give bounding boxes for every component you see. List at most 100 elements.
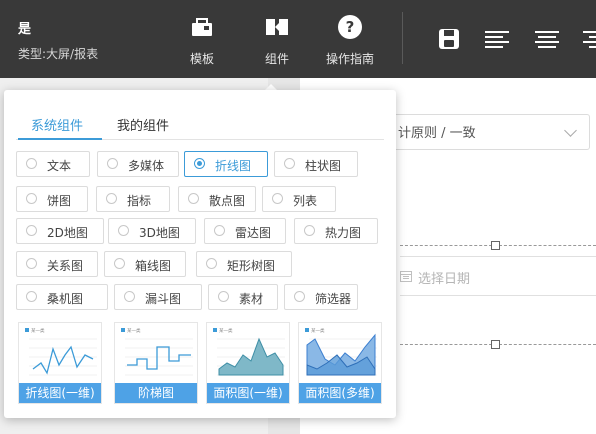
component-option[interactable]: 雷达图: [204, 218, 286, 244]
thumbnail-caption: 折线图(一维): [19, 383, 101, 403]
calendar-icon: [400, 271, 412, 282]
radio-icon: [214, 225, 225, 236]
top-toolbar: 是 类型:大屏/报表 模板 组件 ? 操作指南: [0, 0, 596, 78]
radio-icon: [124, 291, 135, 302]
thumbnail-legend-text: 某一类: [127, 327, 141, 334]
component-option-label: 柱状图: [305, 159, 342, 173]
component-option[interactable]: 矩形树图: [196, 251, 292, 277]
save-icon[interactable]: [436, 26, 462, 52]
radio-icon: [194, 158, 205, 169]
thumbnail-caption: 面积图(一维): [207, 383, 289, 403]
radio-icon: [26, 258, 37, 269]
tab-my-components[interactable]: 我的组件: [117, 115, 169, 134]
component-option[interactable]: 散点图: [178, 186, 256, 212]
radio-icon: [26, 291, 37, 302]
component-option-label: 箱线图: [135, 259, 172, 273]
guide-label: 操作指南: [325, 52, 374, 66]
component-option[interactable]: 文本: [16, 151, 90, 177]
thumbnail-legend-text: 某一类: [219, 327, 233, 334]
active-tab-indicator: [18, 138, 102, 140]
radio-icon: [284, 158, 295, 169]
help-icon: ?: [338, 15, 362, 39]
radio-icon: [188, 193, 199, 204]
chart-template-thumbnail[interactable]: 某一类面积图(多维): [298, 322, 382, 404]
radio-icon: [26, 193, 37, 204]
radio-icon: [206, 258, 217, 269]
component-option-label: 散点图: [209, 194, 246, 208]
align-right-icon[interactable]: [582, 26, 596, 52]
component-option[interactable]: 桑机图: [16, 284, 108, 310]
component-option[interactable]: 热力图: [294, 218, 378, 244]
component-option-label: 列表: [293, 194, 318, 208]
component-option-label: 热力图: [325, 226, 362, 240]
component-option[interactable]: 折线图: [184, 151, 268, 177]
chart-preview-icon: 某一类: [121, 327, 193, 376]
component-option-label: 关系图: [47, 259, 84, 273]
resize-handle[interactable]: [491, 241, 500, 250]
toolbar-divider: [402, 12, 403, 64]
component-option[interactable]: 箱线图: [104, 251, 186, 277]
chart-template-thumbnail[interactable]: 某一类面积图(一维): [206, 322, 290, 404]
component-option[interactable]: 筛选器: [284, 284, 358, 310]
chart-template-thumbnail[interactable]: 某一类折线图(一维): [18, 322, 102, 404]
component-option[interactable]: 3D地图: [108, 218, 196, 244]
radio-icon: [294, 291, 305, 302]
component-option[interactable]: 柱状图: [274, 151, 358, 177]
component-option-label: 漏斗图: [145, 292, 182, 306]
align-left-icon[interactable]: [484, 26, 510, 52]
component-icon: [266, 19, 288, 35]
radio-icon: [26, 158, 37, 169]
component-button[interactable]: 组件: [245, 14, 309, 66]
component-option[interactable]: 列表: [262, 186, 336, 212]
chart-template-thumbnail[interactable]: 某一类阶梯图: [114, 322, 198, 404]
component-option-label: 矩形树图: [227, 259, 276, 273]
radio-icon: [26, 225, 37, 236]
component-option[interactable]: 关系图: [16, 251, 98, 277]
component-option-label: 多媒体: [128, 159, 165, 173]
radio-icon: [118, 225, 129, 236]
svg-text:?: ?: [346, 18, 355, 36]
template-button[interactable]: 模板: [170, 14, 234, 66]
component-option[interactable]: 素材: [208, 284, 278, 310]
component-option-label: 雷达图: [235, 226, 272, 240]
component-option[interactable]: 漏斗图: [114, 284, 202, 310]
divider: [400, 256, 596, 257]
component-option[interactable]: 指标: [96, 186, 170, 212]
align-center-icon[interactable]: [534, 26, 560, 52]
chart-preview-icon: 某一类: [25, 327, 97, 376]
thumbnail-legend-text: 某一类: [311, 327, 325, 334]
radio-icon: [106, 193, 117, 204]
document-type: 类型:大屏/报表: [18, 47, 99, 61]
tab-system-components[interactable]: 系统组件: [31, 115, 83, 134]
component-option-label: 3D地图: [139, 226, 180, 240]
thumbnail-caption: 阶梯图: [115, 383, 197, 403]
component-label: 组件: [264, 52, 289, 66]
component-option-label: 饼图: [47, 194, 72, 208]
radio-icon: [304, 225, 315, 236]
thumbnail-legend-text: 某一类: [31, 327, 45, 334]
divider: [400, 295, 596, 296]
template-icon: [192, 18, 212, 36]
component-option-label: 折线图: [215, 159, 252, 173]
component-option-label: 文本: [47, 159, 72, 173]
radio-icon: [218, 291, 229, 302]
component-option[interactable]: 饼图: [16, 186, 88, 212]
resize-handle[interactable]: [491, 340, 500, 349]
component-option[interactable]: 多媒体: [97, 151, 179, 177]
chart-preview-icon: 某一类: [305, 327, 377, 376]
date-input[interactable]: 选择日期: [418, 268, 470, 287]
radio-icon: [107, 158, 118, 169]
component-option-label: 素材: [239, 292, 264, 306]
radio-icon: [272, 193, 283, 204]
chart-preview-icon: 某一类: [213, 327, 285, 376]
document-title: 是: [18, 22, 32, 37]
thumbnail-caption: 面积图(多维): [299, 383, 381, 403]
component-option-label: 指标: [127, 194, 152, 208]
principle-select-value: 计原则 / 一致: [398, 126, 476, 141]
guide-button[interactable]: ? 操作指南: [318, 14, 382, 66]
radio-icon: [114, 258, 125, 269]
component-option-label: 桑机图: [47, 292, 84, 306]
template-label: 模板: [189, 52, 214, 66]
component-option[interactable]: 2D地图: [16, 218, 104, 244]
component-picker-popup: 系统组件 我的组件 文本 多媒体 折线图 柱状图饼图 指标 散点图 列表 2D地图 3D地图 雷达…: [4, 90, 396, 418]
